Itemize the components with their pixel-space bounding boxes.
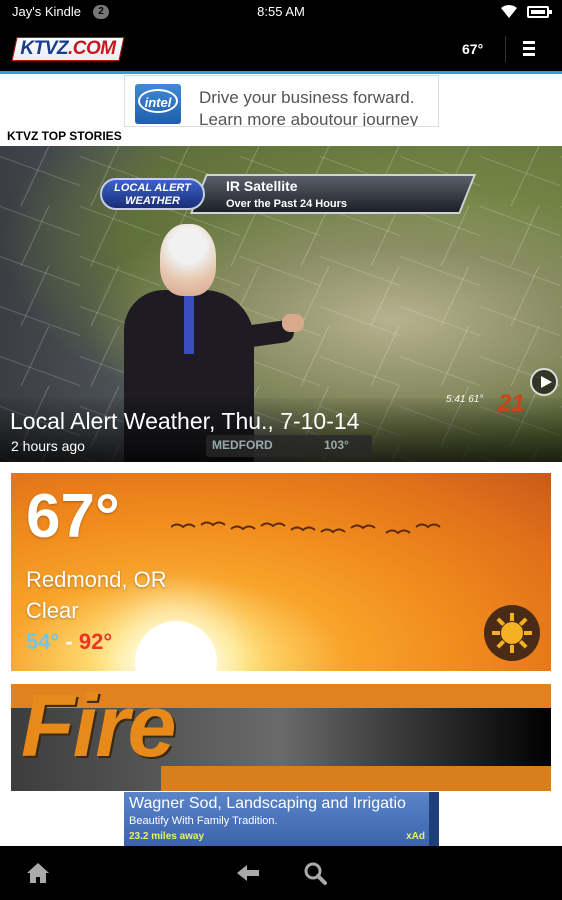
weather-graphic: LOCAL ALERT WEATHER IR Satellite Over th…	[100, 174, 480, 216]
wifi-icon	[501, 4, 517, 18]
intel-logo-text: intel	[144, 95, 172, 110]
logo-main-text: KTVZ	[20, 38, 68, 59]
graphic-title: IR Satellite	[226, 178, 298, 194]
ad-bottom-distance: 23.2 miles away	[129, 831, 205, 842]
birds-image	[171, 521, 441, 535]
weather-condition: Clear	[26, 598, 79, 623]
sun-icon	[484, 605, 540, 661]
status-bar: Jay's Kindle 2 8:55 AM	[0, 0, 562, 24]
weather-ticker: MEDFORD 103°	[206, 435, 372, 457]
weather-location: Redmond, OR	[26, 567, 167, 592]
story-title[interactable]: Local Alert Weather, Thu., 7-10-14	[10, 408, 359, 435]
fire-story-card[interactable]: Fire	[11, 684, 551, 791]
local-alert-weather-badge: LOCAL ALERT WEATHER	[100, 178, 205, 210]
header-divider	[505, 36, 506, 62]
temperature-range: 54° - 92°	[26, 629, 112, 655]
ad-bottom-tagline: Beautify With Family Tradition.	[129, 815, 278, 827]
app-bar: KTVZ.COM 67°	[0, 24, 562, 74]
ticker-temp: 103°	[324, 438, 349, 452]
station-logo: 21	[498, 390, 525, 417]
home-icon[interactable]	[24, 859, 52, 887]
back-icon[interactable]	[234, 859, 262, 887]
fire-headline-word: Fire	[21, 684, 176, 775]
ktvz-logo[interactable]: KTVZ.COM	[11, 37, 125, 61]
system-nav-bar	[0, 846, 562, 900]
current-temperature: 67°	[26, 482, 120, 551]
high-temperature: 92°	[78, 629, 113, 654]
logo-suffix-text: .COM	[68, 38, 116, 59]
ad-top-line1: Drive your business forward.	[199, 88, 415, 107]
bottom-banner-ad[interactable]: Wagner Sod, Landscaping and Irrigatio Be…	[124, 792, 439, 846]
graphic-subtitle: Over the Past 24 Hours	[226, 198, 348, 210]
intel-logo: intel	[135, 84, 181, 124]
header-temperature[interactable]: 67°	[462, 41, 483, 57]
top-story-card[interactable]: LOCAL ALERT WEATHER IR Satellite Over th…	[0, 146, 562, 462]
ticker-city: MEDFORD	[212, 438, 273, 452]
range-separator: -	[65, 629, 73, 654]
ad-top-line2: Learn more aboutour journey	[199, 110, 419, 127]
play-video-button[interactable]	[530, 368, 558, 396]
low-temperature: 54°	[26, 629, 60, 654]
station-time-temp: 5:41 61°	[446, 394, 484, 405]
search-icon[interactable]	[301, 859, 329, 887]
weather-card[interactable]: 67° Redmond, OR Clear 54° - 92°	[11, 473, 551, 671]
battery-icon	[527, 6, 552, 18]
ad-network-label: xAd	[406, 831, 425, 842]
story-age: 2 hours ago	[11, 438, 85, 454]
ad-bottom-headline: Wagner Sod, Landscaping and Irrigatio	[129, 795, 406, 812]
section-title: KTVZ TOP STORIES	[7, 129, 122, 143]
overflow-menu-icon[interactable]	[523, 41, 535, 59]
top-banner-ad[interactable]: intel Drive your business forward. Learn…	[124, 75, 439, 127]
clock: 8:55 AM	[257, 4, 305, 19]
